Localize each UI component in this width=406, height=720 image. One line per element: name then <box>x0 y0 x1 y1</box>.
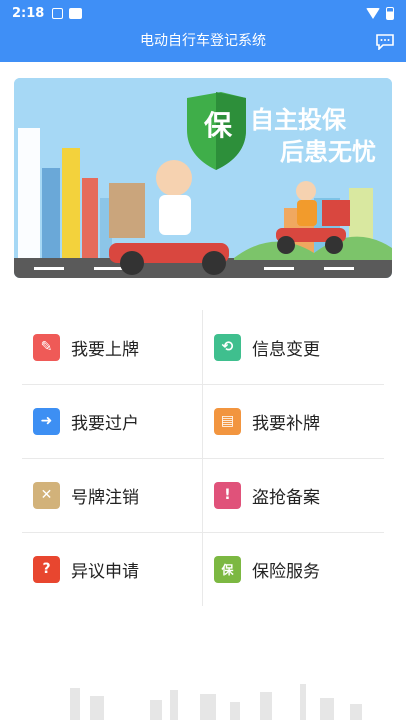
banner-headline-1: 自主投保 <box>250 106 346 134</box>
menu-label: 我要上牌 <box>71 339 139 360</box>
pencil-icon: ✎ <box>33 333 60 361</box>
city-skyline-decoration <box>70 684 362 720</box>
notification-icon <box>52 7 64 19</box>
cancel-plate-button[interactable]: ✕ 号牌注销 <box>22 458 203 532</box>
status-bar: 2:18 <box>0 0 406 26</box>
info-change-button[interactable]: ⟲ 信息变更 <box>203 310 384 384</box>
theft-report-button[interactable]: ! 盗抢备案 <box>203 458 384 532</box>
wifi-icon <box>366 7 380 19</box>
shield-icon: 保 <box>214 555 241 583</box>
banner-headline-2: 后患无忧 <box>280 138 376 166</box>
chat-bubble-icon[interactable] <box>376 34 394 50</box>
menu-label: 我要过户 <box>71 413 139 434</box>
objection-button[interactable]: ? 异议申请 <box>22 532 203 606</box>
transfer-button[interactable]: ➜ 我要过户 <box>22 384 203 458</box>
plate-icon: ▤ <box>214 407 241 435</box>
battery-icon <box>386 6 394 20</box>
question-icon: ? <box>33 555 60 583</box>
insurance-service-button[interactable]: 保 保险服务 <box>203 532 384 606</box>
menu-label: 信息变更 <box>252 339 320 360</box>
refresh-icon: ⟲ <box>214 333 241 361</box>
insurance-banner[interactable]: 保 自主投保 后患无忧 <box>14 78 392 278</box>
menu-label: 盗抢备案 <box>252 487 320 508</box>
page-title: 电动自行车登记系统 <box>140 33 266 49</box>
clipboard-icon: ! <box>214 481 241 509</box>
replace-plate-button[interactable]: ▤ 我要补牌 <box>203 384 384 458</box>
app-header: 2:18 电动自行车登记系统 <box>0 0 406 62</box>
menu-label: 号牌注销 <box>71 487 139 508</box>
status-time: 2:18 <box>12 5 45 21</box>
menu-label: 我要补牌 <box>252 413 320 434</box>
cross-icon: ✕ <box>33 481 60 509</box>
menu-label: 异议申请 <box>71 561 139 582</box>
banner-badge: 保 <box>203 109 232 142</box>
menu-label: 保险服务 <box>252 561 320 582</box>
register-plate-button[interactable]: ✎ 我要上牌 <box>22 310 203 384</box>
arrow-right-icon: ➜ <box>33 407 60 435</box>
notification-icon-2 <box>69 7 83 19</box>
